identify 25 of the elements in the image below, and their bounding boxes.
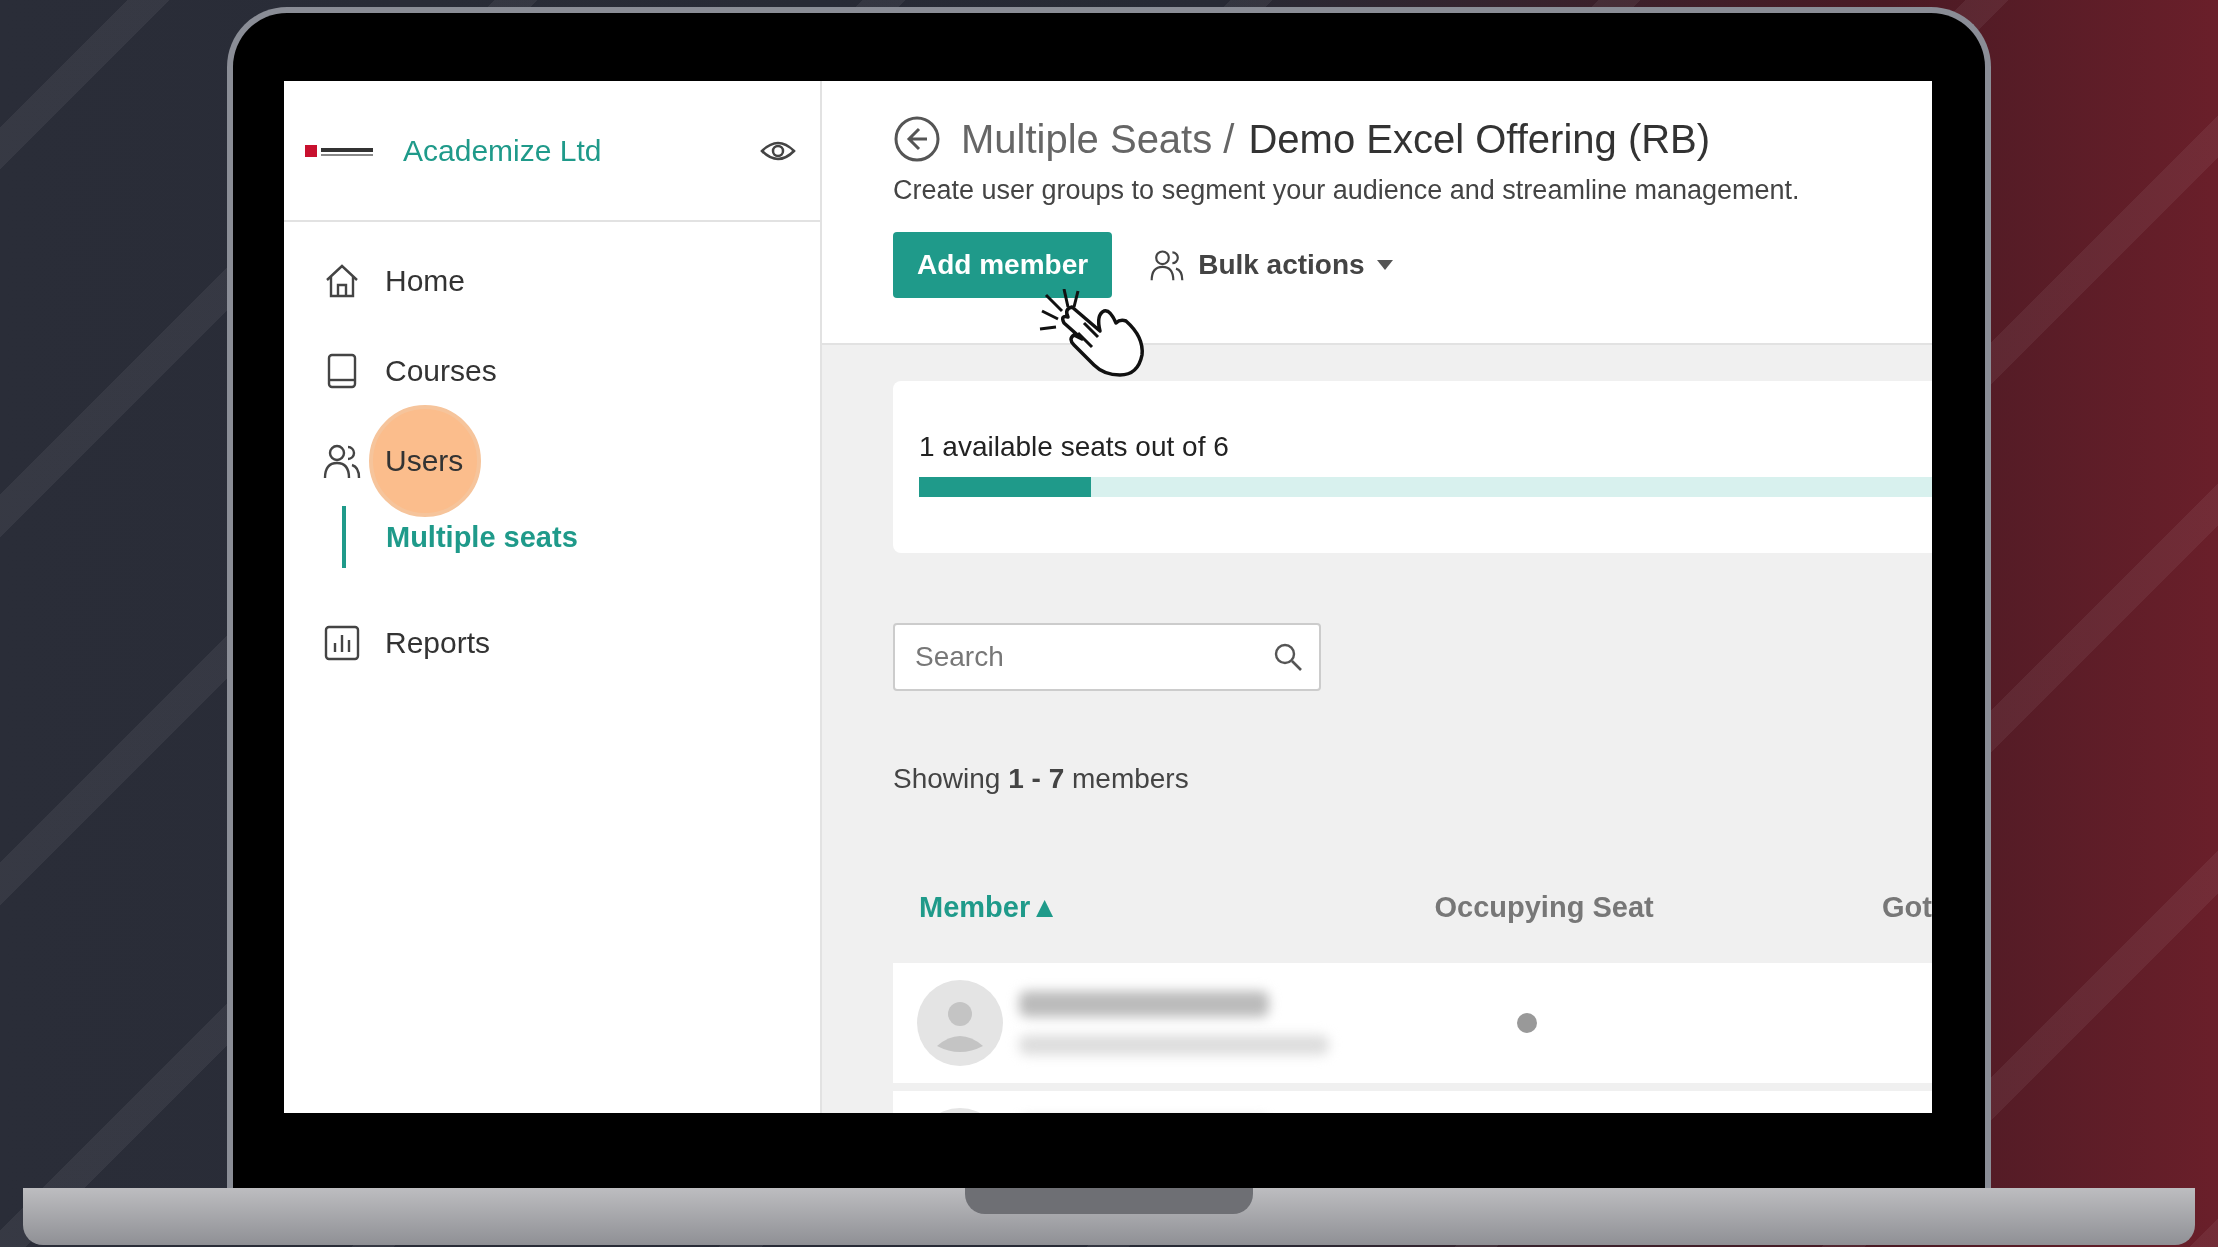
column-header[interactable]: Got	[1882, 890, 1932, 924]
nav-item[interactable]: Home	[284, 236, 820, 326]
column-header[interactable]: Member▲	[919, 890, 1435, 924]
bulk-actions-button[interactable]: Bulk actions	[1148, 247, 1393, 283]
nav-item[interactable]: Reports	[284, 598, 820, 688]
nav-label: Home	[385, 264, 466, 298]
organization-name[interactable]: Academize Ltd	[403, 133, 760, 168]
members-count-text: Showing 1 - 7 members	[893, 763, 1190, 795]
nav-label: Users	[385, 444, 464, 478]
avatar-icon	[917, 980, 1003, 1066]
nav-item[interactable]: Courses	[284, 326, 820, 416]
column-header[interactable]: Occupying Seat	[1434, 890, 1883, 924]
nav-label: Reports	[385, 626, 491, 660]
nav-item[interactable]: Users	[284, 416, 820, 506]
company-logo-icon	[305, 142, 375, 159]
caret-icon	[1376, 260, 1393, 270]
search-icon	[1273, 642, 1303, 672]
nav-label: Courses	[385, 354, 497, 388]
search-field[interactable]: Search	[893, 623, 1321, 691]
page-title: Demo Excel Offering (RB)	[1248, 116, 1711, 162]
seats-label: 1 available seats out of 6	[919, 431, 1230, 463]
page-subtitle: Create user groups to segment your audience and streamline management.	[893, 175, 1801, 206]
chart-icon	[322, 623, 362, 663]
breadcrumb-link[interactable]: Multiple Seats /	[961, 116, 1235, 162]
add-member-button[interactable]: Add member	[893, 232, 1113, 298]
